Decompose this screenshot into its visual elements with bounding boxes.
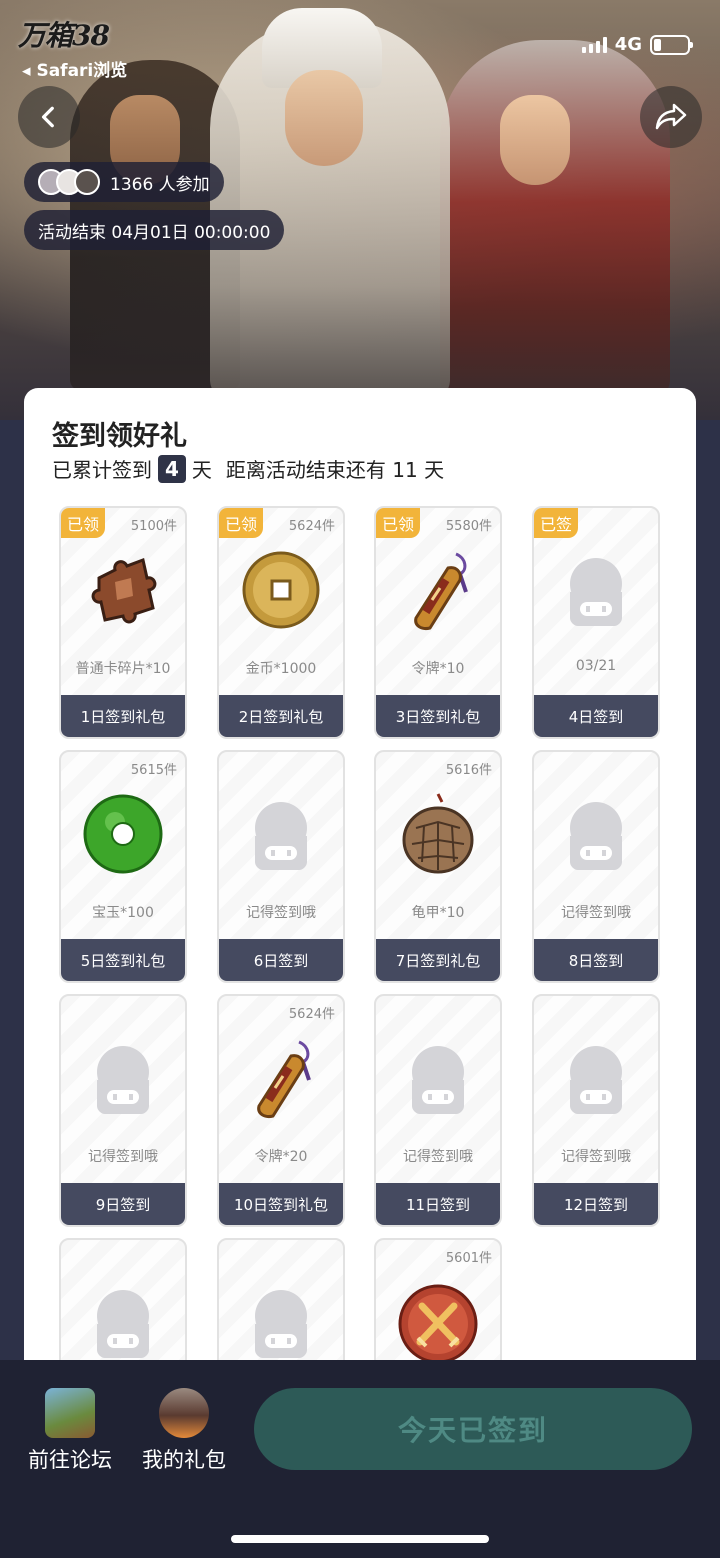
day-label: 7日签到礼包 xyxy=(376,939,500,981)
remaining-days: 距离活动结束还有 11 天 xyxy=(225,458,445,482)
reward-name: 记得签到哦 xyxy=(561,1149,631,1165)
avatar xyxy=(74,169,100,195)
battery-fill xyxy=(654,38,662,51)
signed-today-button[interactable]: 今天已签到 xyxy=(254,1388,692,1470)
stock-count: 5580件 xyxy=(445,519,492,534)
bottom-bar: 前往论坛 我的礼包 今天已签到 xyxy=(0,1360,720,1558)
placeholder-icon xyxy=(81,1280,165,1364)
event-end-pill: 活动结束 04月01日 00:00:00 xyxy=(24,210,285,250)
day-label: 10日签到礼包 xyxy=(219,1183,343,1225)
participant-avatars xyxy=(38,169,100,195)
reward-tile[interactable]: 已签 03/21 4日签到 xyxy=(532,506,660,739)
stock-count: 5624件 xyxy=(288,519,335,534)
reward-tile[interactable]: 已领 5580件令牌*10 3日签到礼包 xyxy=(374,506,502,739)
day-label: 2日签到礼包 xyxy=(219,695,343,737)
placeholder-icon xyxy=(554,792,638,876)
day-label: 5日签到礼包 xyxy=(61,939,185,981)
placeholder-icon xyxy=(81,1036,165,1120)
reward-name: 03/21 xyxy=(575,658,617,674)
app-logo: 万箱38 xyxy=(18,19,110,52)
reward-tile[interactable]: 已领 5100件普通卡碎片*10 1日签到礼包 xyxy=(59,506,187,739)
claimed-tag: 已领 xyxy=(219,508,264,538)
placeholder-icon xyxy=(554,1036,638,1120)
reward-name: 记得签到哦 xyxy=(403,1149,473,1165)
forum-thumbnail-icon xyxy=(45,1388,95,1438)
gifts-label: 我的礼包 xyxy=(142,1448,226,1472)
safari-back-label: Safari浏览 xyxy=(36,61,128,81)
reward-tile[interactable]: 已领 5624件金币*1000 2日签到礼包 xyxy=(217,506,345,739)
battery-icon xyxy=(650,34,693,55)
summary-prefix: 已累计签到 xyxy=(52,458,152,482)
claimed-tag: 已领 xyxy=(376,508,421,538)
day-label: 12日签到 xyxy=(534,1183,658,1225)
token-icon xyxy=(239,1036,323,1120)
reward-tile[interactable]: 记得签到哦 6日签到 xyxy=(217,750,345,983)
checkin-title: 签到领好礼 xyxy=(52,421,187,452)
hero-figure-right xyxy=(440,40,670,400)
swords-badge-icon xyxy=(396,1280,480,1364)
reward-tile[interactable]: 记得签到哦 12日签到 xyxy=(532,994,660,1227)
checkin-summary: 已累计签到 4 天 距离活动结束还有 11 天 xyxy=(52,454,444,483)
event-end-time: 活动结束 04月01日 00:00:00 xyxy=(38,222,271,243)
stock-count: 5624件 xyxy=(288,1007,335,1022)
share-icon xyxy=(655,103,687,130)
stock-count: 5601件 xyxy=(445,1251,492,1266)
network-label: 4G xyxy=(614,34,642,55)
claimed-tag: 已领 xyxy=(61,508,106,538)
placeholder-icon xyxy=(396,1036,480,1120)
participants-count: 1366 人参加 xyxy=(110,174,210,195)
reward-name: 宝玉*100 xyxy=(92,905,154,921)
reward-name: 令牌*20 xyxy=(254,1149,308,1165)
day-label: 3日签到礼包 xyxy=(376,695,500,737)
reward-name: 金币*1000 xyxy=(245,661,317,677)
stock-count: 5616件 xyxy=(445,763,492,778)
claimed-tag: 已签 xyxy=(534,508,579,538)
reward-name: 记得签到哦 xyxy=(88,1149,158,1165)
shell-icon xyxy=(396,792,480,876)
status-bar-right: 4G xyxy=(581,34,693,55)
reward-name: 龟甲*10 xyxy=(411,905,465,921)
day-label: 9日签到 xyxy=(61,1183,185,1225)
reward-name: 普通卡碎片*10 xyxy=(75,661,171,677)
checkin-card: 签到领好礼 已累计签到 4 天 距离活动结束还有 11 天 已领 5100件普通卡… xyxy=(24,388,696,1471)
reward-tile[interactable]: 5615件宝玉*100 5日签到礼包 xyxy=(59,750,187,983)
gift-thumbnail-icon xyxy=(159,1388,209,1438)
home-indicator xyxy=(231,1535,489,1543)
chevron-left-icon xyxy=(41,106,54,128)
stock-count: 5100件 xyxy=(130,519,177,534)
reward-name: 记得签到哦 xyxy=(561,905,631,921)
hero-figure-right-face xyxy=(500,95,570,185)
signal-icon xyxy=(581,36,607,53)
forum-label: 前往论坛 xyxy=(28,1448,112,1472)
day-label: 4日签到 xyxy=(534,695,658,737)
puzzle-icon xyxy=(81,548,165,632)
reward-tile[interactable]: 记得签到哦 9日签到 xyxy=(59,994,187,1227)
reward-tile[interactable]: 记得签到哦 8日签到 xyxy=(532,750,660,983)
reward-tile[interactable]: 5624件令牌*20 10日签到礼包 xyxy=(217,994,345,1227)
days-signed-badge: 4 xyxy=(158,454,186,483)
day-label: 1日签到礼包 xyxy=(61,695,185,737)
day-label: 8日签到 xyxy=(534,939,658,981)
placeholder-icon xyxy=(239,792,323,876)
reward-name: 令牌*10 xyxy=(411,661,465,677)
jade-icon xyxy=(81,792,165,876)
hero-figure-center-face xyxy=(285,70,363,166)
placeholder-icon xyxy=(239,1280,323,1364)
placeholder-icon xyxy=(554,548,638,632)
coin-icon xyxy=(239,548,323,632)
token-icon xyxy=(396,548,480,632)
day-label: 6日签到 xyxy=(219,939,343,981)
safari-back-link[interactable]: ◂ Safari浏览 xyxy=(22,56,127,81)
back-button[interactable] xyxy=(18,86,80,148)
share-button[interactable] xyxy=(640,86,702,148)
participants-pill: 1366 人参加 xyxy=(24,162,224,202)
reward-tile[interactable]: 5616件龟甲*10 7日签到礼包 xyxy=(374,750,502,983)
summary-unit: 天 xyxy=(191,458,212,482)
reward-tile[interactable]: 记得签到哦 11日签到 xyxy=(374,994,502,1227)
my-gifts-button[interactable]: 我的礼包 xyxy=(136,1388,232,1474)
day-label: 11日签到 xyxy=(376,1183,500,1225)
stock-count: 5615件 xyxy=(130,763,177,778)
forum-button[interactable]: 前往论坛 xyxy=(22,1388,118,1474)
reward-name: 记得签到哦 xyxy=(246,905,316,921)
